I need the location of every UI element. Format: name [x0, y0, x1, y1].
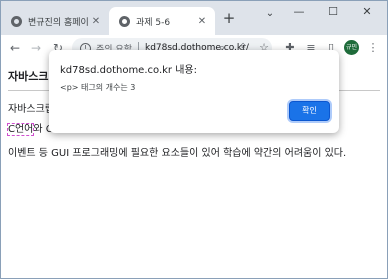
browser-window: 변규진의 홈페이지 ✕ 과제 5-6 ✕ + ⌄ — ☐ ✕ ← → ↻ ! 주…	[0, 0, 388, 279]
back-arrow-icon[interactable]: ←	[6, 39, 24, 57]
tab-assignment[interactable]: 과제 5-6 ✕	[109, 7, 215, 35]
globe-icon	[11, 15, 22, 27]
alert-dialog: kd78sd.dothome.co.kr 내용: <p> 태그의 개수는 3 확…	[49, 50, 339, 133]
dialog-message: <p> 태그의 개수는 3	[60, 83, 136, 92]
forward-arrow-icon[interactable]: →	[27, 39, 45, 57]
new-tab-button[interactable]: +	[220, 9, 238, 27]
close-window-button[interactable]: ✕	[353, 1, 381, 23]
kebab-menu-icon[interactable]: ⋮	[364, 39, 382, 57]
tab-title: 변규진의 홈페이지	[28, 17, 89, 28]
globe-icon	[119, 15, 130, 27]
minimize-button[interactable]: —	[285, 1, 313, 23]
tab-search-chevron-icon[interactable]: ⌄	[261, 5, 279, 23]
profile-avatar[interactable]: 규민	[344, 40, 359, 55]
close-tab-icon[interactable]: ✕	[89, 16, 103, 27]
tab-strip: 변규진의 홈페이지 ✕ 과제 5-6 ✕ + ⌄ — ☐ ✕	[1, 1, 387, 35]
close-tab-icon[interactable]: ✕	[195, 16, 209, 27]
dialog-title: kd78sd.dothome.co.kr 내용:	[60, 65, 197, 76]
tab-title: 과제 5-6	[136, 17, 171, 28]
paragraph-2: C언어와 C	[6, 120, 53, 136]
paragraph-1: 자바스크립	[8, 104, 54, 115]
ok-button[interactable]: 확인	[289, 101, 330, 121]
highlighted-text: C언어	[6, 123, 35, 136]
paragraph-3: 이벤트 등 GUI 프로그래밍에 필요한 요소들이 있어 학습에 약간의 어려움…	[8, 148, 347, 159]
tab-homepage[interactable]: 변규진의 홈페이지 ✕	[1, 7, 109, 35]
maximize-button[interactable]: ☐	[319, 1, 347, 23]
